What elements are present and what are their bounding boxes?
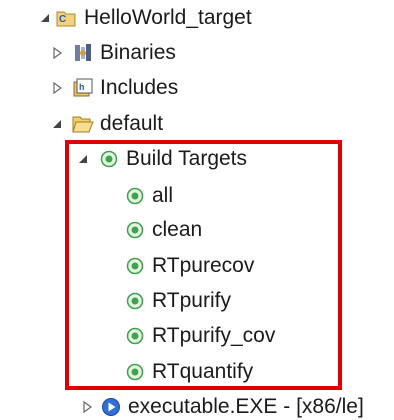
- tree-item-rtpurify[interactable]: RTpurify: [124, 285, 231, 317]
- build-target-icon: [124, 219, 146, 241]
- tree-item-rtpurify-cov[interactable]: RTpurify_cov: [124, 320, 275, 352]
- build-target-icon: [124, 361, 146, 383]
- tree-item-all[interactable]: all: [124, 180, 173, 212]
- binaries-icon: [72, 42, 94, 64]
- tree-item-label: RTpurecov: [152, 254, 255, 277]
- tree-item-label: HelloWorld_target: [84, 6, 252, 29]
- expanded-triangle-icon[interactable]: [50, 117, 64, 131]
- build-target-icon: [124, 325, 146, 347]
- open-folder-icon: [72, 113, 94, 135]
- tree-item-label: Build Targets: [126, 147, 248, 170]
- tree-item-build-targets[interactable]: Build Targets: [76, 143, 247, 175]
- tree-item-label: executable.EXE - [x86/le]: [128, 395, 364, 418]
- tree-item-label: all: [152, 184, 174, 207]
- svg-text:h: h: [79, 82, 85, 92]
- build-target-icon: [124, 290, 146, 312]
- expanded-triangle-icon[interactable]: [38, 11, 52, 25]
- tree-item-executable[interactable]: executable.EXE - [x86/le]: [80, 391, 364, 420]
- tree-item-binaries[interactable]: Binaries: [50, 37, 176, 69]
- svg-text:C: C: [59, 14, 66, 25]
- executable-icon: [100, 396, 122, 418]
- project-folder-icon: C: [56, 7, 78, 29]
- build-target-icon: [98, 148, 120, 170]
- tree-item-label: RTpurify_cov: [152, 324, 276, 347]
- collapsed-triangle-icon[interactable]: [50, 81, 64, 95]
- tree-item-rtquantify[interactable]: RTquantify: [124, 356, 253, 388]
- tree-item-default[interactable]: default: [50, 108, 163, 140]
- tree-item-label: clean: [152, 218, 203, 241]
- build-target-icon: [124, 185, 146, 207]
- build-target-icon: [124, 255, 146, 277]
- collapsed-triangle-icon[interactable]: [80, 400, 94, 414]
- tree-item-clean[interactable]: clean: [124, 214, 202, 246]
- collapsed-triangle-icon[interactable]: [50, 46, 64, 60]
- tree-item-label: RTpurify: [152, 289, 231, 312]
- tree-item-includes[interactable]: h Includes: [50, 72, 178, 104]
- tree-item-label: RTquantify: [152, 360, 254, 383]
- project-explorer-tree: C HelloWorld_target Binaries h Includes …: [0, 0, 394, 420]
- tree-item-label: Binaries: [100, 41, 176, 64]
- includes-icon: h: [72, 77, 94, 99]
- tree-item-label: default: [100, 112, 164, 135]
- tree-item-helloworld-target[interactable]: C HelloWorld_target: [38, 2, 252, 34]
- tree-item-label: Includes: [100, 76, 179, 99]
- tree-item-rtpurecov[interactable]: RTpurecov: [124, 250, 254, 282]
- expanded-triangle-icon[interactable]: [76, 152, 90, 166]
